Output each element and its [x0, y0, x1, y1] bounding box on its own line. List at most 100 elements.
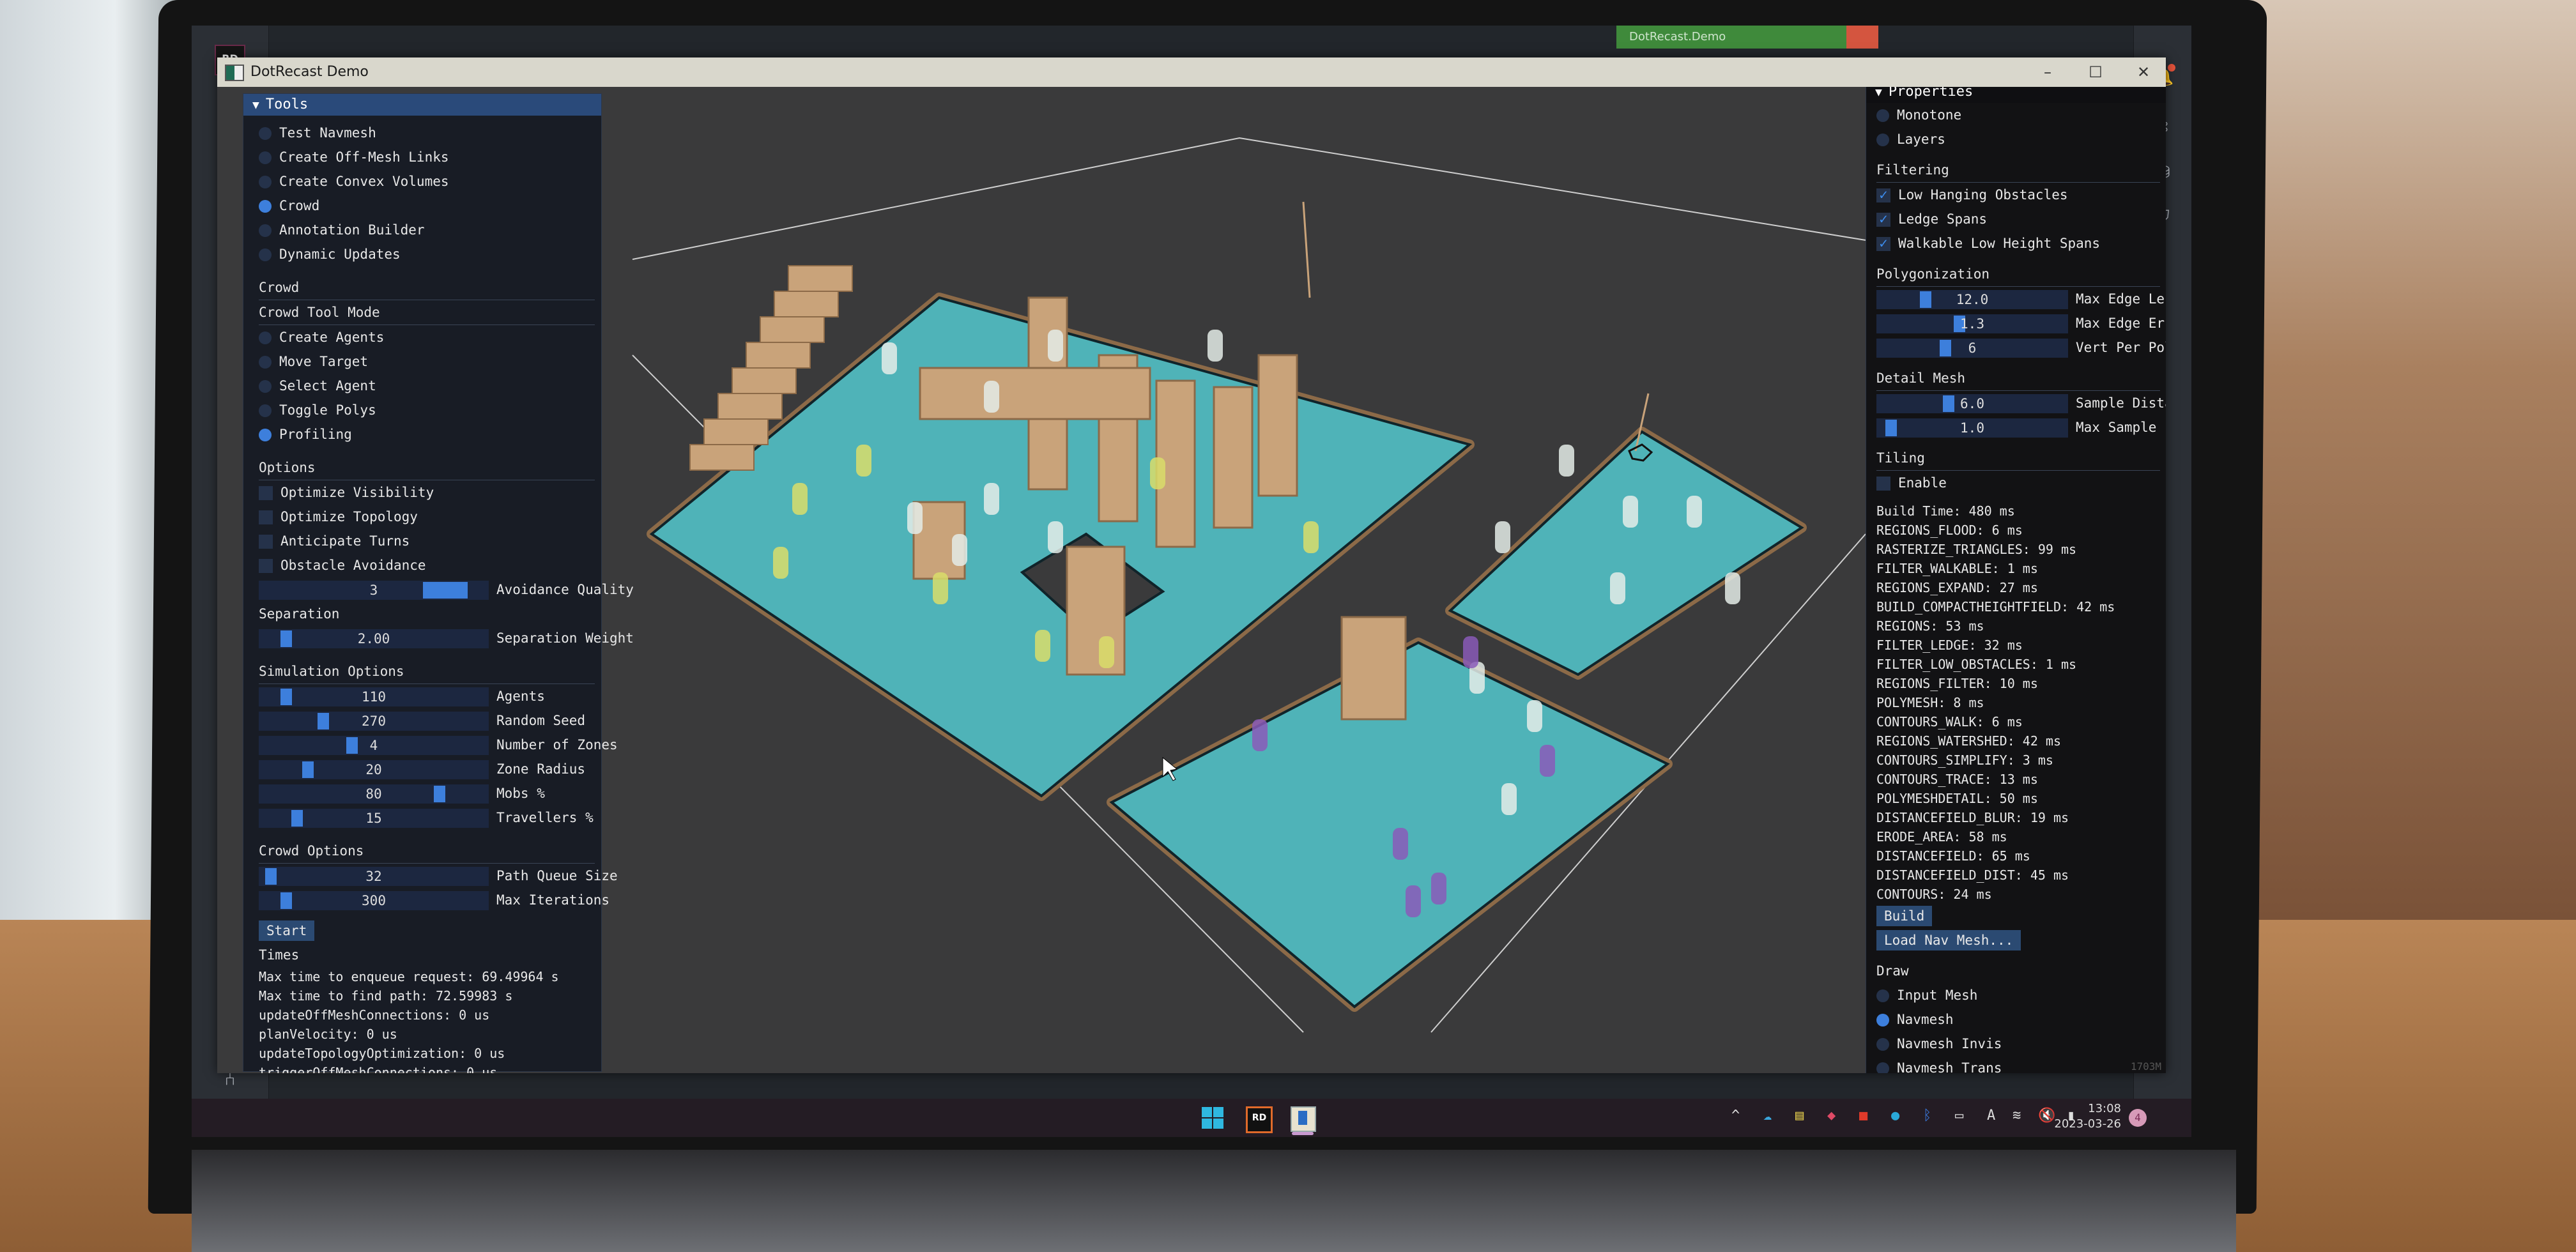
close-button[interactable]: ✕ [2121, 57, 2166, 87]
option-checkbox[interactable]: Optimize Visibility [259, 480, 601, 505]
slider-label: Agents [496, 689, 545, 704]
title-bar[interactable]: DotRecast Demo – ☐ ✕ [217, 57, 2166, 87]
draw-mode-item[interactable]: Navmesh Trans [1876, 1056, 2166, 1073]
timing-stat: DISTANCEFIELD: 65 ms [1876, 848, 2030, 864]
radio-button[interactable] [1876, 134, 1889, 146]
ime-icon[interactable]: A [1987, 1108, 1995, 1124]
tool-item[interactable]: Annotation Builder [259, 218, 601, 242]
radio-button[interactable] [259, 404, 272, 417]
slider[interactable]: 32 [259, 867, 489, 886]
show-hidden-icon[interactable]: ^ [1731, 1108, 1740, 1124]
checkbox[interactable] [259, 559, 273, 573]
run-configuration[interactable]: DotRecast.Demo [1616, 26, 1846, 49]
radio-button[interactable] [259, 127, 272, 140]
option-checkbox[interactable]: Optimize Topology [259, 505, 601, 529]
3d-viewport[interactable]: ▼ Tools Test Navmesh Create Off-Mesh Links… [217, 87, 2166, 1073]
notification-badge[interactable]: 4 [2129, 1109, 2147, 1127]
tool-item[interactable]: Test Navmesh [259, 121, 601, 145]
checkbox[interactable]: ✓ [1876, 237, 1890, 251]
office-icon[interactable]: ◆ [1827, 1108, 1836, 1124]
filtering-checkbox[interactable]: ✓ Low Hanging Obstacles [1876, 183, 2166, 207]
checkbox[interactable]: ✓ [1876, 188, 1890, 202]
start-button[interactable]: Start [259, 920, 315, 941]
slider[interactable]: 110 [259, 687, 489, 706]
checkbox[interactable] [1876, 477, 1890, 491]
checkbox[interactable]: ✓ [1876, 213, 1890, 227]
build-button[interactable]: Build [1876, 906, 1933, 926]
slider[interactable]: 20 [259, 760, 489, 779]
cloud-icon[interactable]: ☁ [1763, 1108, 1772, 1124]
option-checkbox[interactable]: Anticipate Turns [259, 529, 601, 553]
maximize-button[interactable]: ☐ [2073, 57, 2118, 87]
crowd-agent [882, 342, 897, 374]
crowd-mode-item[interactable]: Select Agent [259, 374, 601, 398]
radio-button[interactable] [259, 200, 272, 213]
slider[interactable]: 4 [259, 736, 489, 755]
tool-item[interactable]: Create Off-Mesh Links [259, 145, 601, 169]
radio-button[interactable] [1876, 1014, 1889, 1027]
radio-button[interactable] [1876, 989, 1889, 1002]
radio-button[interactable] [259, 429, 272, 441]
rider-icon[interactable]: RD [1246, 1106, 1273, 1133]
slider[interactable]: 80 [259, 784, 489, 804]
volume-muted-icon[interactable]: 🔇 [2038, 1108, 2055, 1124]
radio-button[interactable] [259, 356, 272, 369]
slider[interactable]: 1.0 [1876, 418, 2068, 438]
amd-icon[interactable]: ■ [1859, 1108, 1867, 1124]
tool-item[interactable]: Create Convex Volumes [259, 169, 601, 194]
slider[interactable]: 1.3 [1876, 314, 2068, 333]
draw-mode-item[interactable]: Navmesh Invis [1876, 1032, 2166, 1056]
stop-button[interactable] [1846, 26, 1878, 49]
radio-button[interactable] [259, 224, 272, 237]
separation-weight-slider[interactable]: 2.00 [259, 629, 489, 648]
checkbox[interactable] [259, 486, 273, 500]
slider[interactable]: 15 [259, 809, 489, 828]
crowd-agent [1393, 828, 1408, 860]
radio-button[interactable] [259, 248, 272, 261]
filtering-checkbox[interactable]: ✓ Walkable Low Height Spans [1876, 231, 2166, 256]
radio-button[interactable] [1876, 1038, 1889, 1051]
slider[interactable]: 270 [259, 712, 489, 731]
touchpad-icon[interactable]: ▭ [1955, 1108, 1963, 1124]
crowd-mode-item[interactable]: Toggle Polys [259, 398, 601, 422]
minimize-button[interactable]: – [2025, 57, 2070, 87]
dotrecast-demo-icon[interactable] [1291, 1106, 1316, 1132]
slider[interactable]: 6.0 [1876, 394, 2068, 413]
partitioning-item[interactable]: Layers [1876, 127, 2166, 151]
radio-button[interactable] [1876, 1062, 1889, 1073]
tool-item[interactable]: Crowd [259, 194, 601, 218]
edge-icon[interactable]: ● [1891, 1108, 1899, 1124]
radio-button[interactable] [259, 380, 272, 393]
tools-panel-header[interactable]: ▼ Tools [243, 94, 601, 116]
tiling-enable-checkbox[interactable]: Enable [1876, 471, 2166, 495]
slider[interactable]: 6 [1876, 339, 2068, 358]
avoidance-quality-slider[interactable]: 3 [259, 581, 489, 600]
tool-item[interactable]: Dynamic Updates [259, 242, 601, 266]
crowd-agent [1501, 783, 1517, 815]
properties-panel-header[interactable]: ▼ Properties [1866, 87, 2166, 103]
bluetooth-icon[interactable]: ᛒ [1923, 1108, 1931, 1124]
draw-mode-item[interactable]: Input Mesh [1876, 983, 2166, 1007]
checkbox[interactable] [259, 510, 273, 524]
option-checkbox[interactable]: Obstacle Avoidance [259, 553, 601, 577]
draw-mode-item[interactable]: Navmesh [1876, 1007, 2166, 1032]
slider[interactable]: 12.0 [1876, 290, 2068, 309]
radio-button[interactable] [259, 332, 272, 344]
wifi-icon[interactable]: ≋ [2012, 1108, 2021, 1124]
crowd-agent [1099, 636, 1114, 668]
radio-button[interactable] [259, 151, 272, 164]
checkbox-label: Walkable Low Height Spans [1898, 236, 2101, 251]
start-icon[interactable] [1201, 1106, 1224, 1129]
partitioning-item[interactable]: Monotone [1876, 103, 2166, 127]
checkbox[interactable] [259, 535, 273, 549]
crowd-mode-item[interactable]: Profiling [259, 422, 601, 447]
load-nav-mesh-button[interactable]: Load Nav Mesh... [1876, 930, 2021, 950]
crowd-mode-item[interactable]: Create Agents [259, 325, 601, 349]
crowd-mode-item[interactable]: Move Target [259, 349, 601, 374]
slider[interactable]: 300 [259, 891, 489, 910]
radio-button[interactable] [259, 176, 272, 188]
app-tray-icon[interactable]: ▤ [1795, 1108, 1804, 1124]
filtering-checkbox[interactable]: ✓ Ledge Spans [1876, 207, 2166, 231]
radio-button[interactable] [1876, 109, 1889, 122]
clock[interactable]: 13:08 2023-03-26 [2054, 1101, 2121, 1132]
